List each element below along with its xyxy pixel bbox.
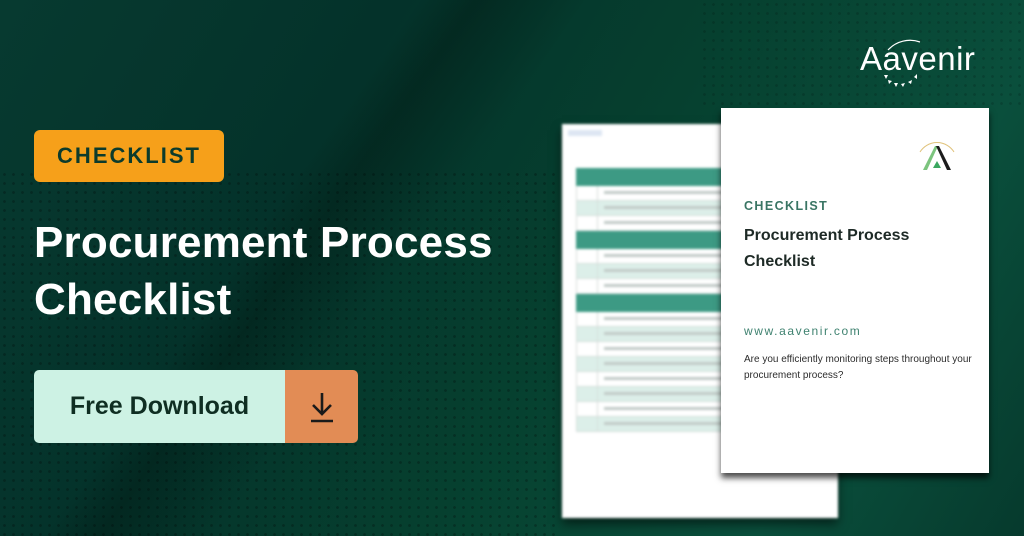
back-page-header [568, 130, 602, 136]
row-number [577, 372, 598, 386]
cover-description: Are you efficiently monitoring steps thr… [744, 354, 972, 381]
checklist-badge: CHECKLIST [34, 130, 224, 182]
cover-page: CHECKLIST Procurement Process Checklist … [721, 108, 989, 473]
cover-title: Procurement Process Checklist [744, 223, 964, 275]
aavenir-a-mark-icon [919, 142, 955, 170]
cover-title-line-1: Procurement Process [744, 227, 910, 244]
logo-arc-icon [884, 39, 921, 87]
page-title: Procurement Process Checklist [34, 214, 554, 328]
row-number [577, 312, 598, 326]
row-number [577, 216, 598, 230]
cover-kicker: CHECKLIST [744, 199, 829, 213]
row-number [577, 417, 598, 431]
row-number [577, 249, 598, 263]
download-icon-box[interactable] [285, 370, 358, 443]
row-number [577, 402, 598, 416]
title-line-1: Procurement Process [34, 218, 493, 267]
download-icon [310, 392, 333, 422]
cover-url[interactable]: www.aavenir.com [744, 324, 861, 338]
row-number [577, 264, 598, 278]
aavenir-logo[interactable]: Aavenir [858, 36, 998, 92]
cover-title-line-2: Checklist [744, 253, 816, 270]
row-number [577, 357, 598, 371]
row-number [577, 387, 598, 401]
title-line-2: Checklist [34, 275, 232, 324]
row-number [577, 342, 598, 356]
row-number [577, 327, 598, 341]
row-number [577, 279, 598, 293]
row-number [577, 186, 598, 200]
free-download-button[interactable]: Free Download [34, 370, 358, 443]
row-number [577, 201, 598, 215]
free-download-label[interactable]: Free Download [34, 370, 285, 443]
